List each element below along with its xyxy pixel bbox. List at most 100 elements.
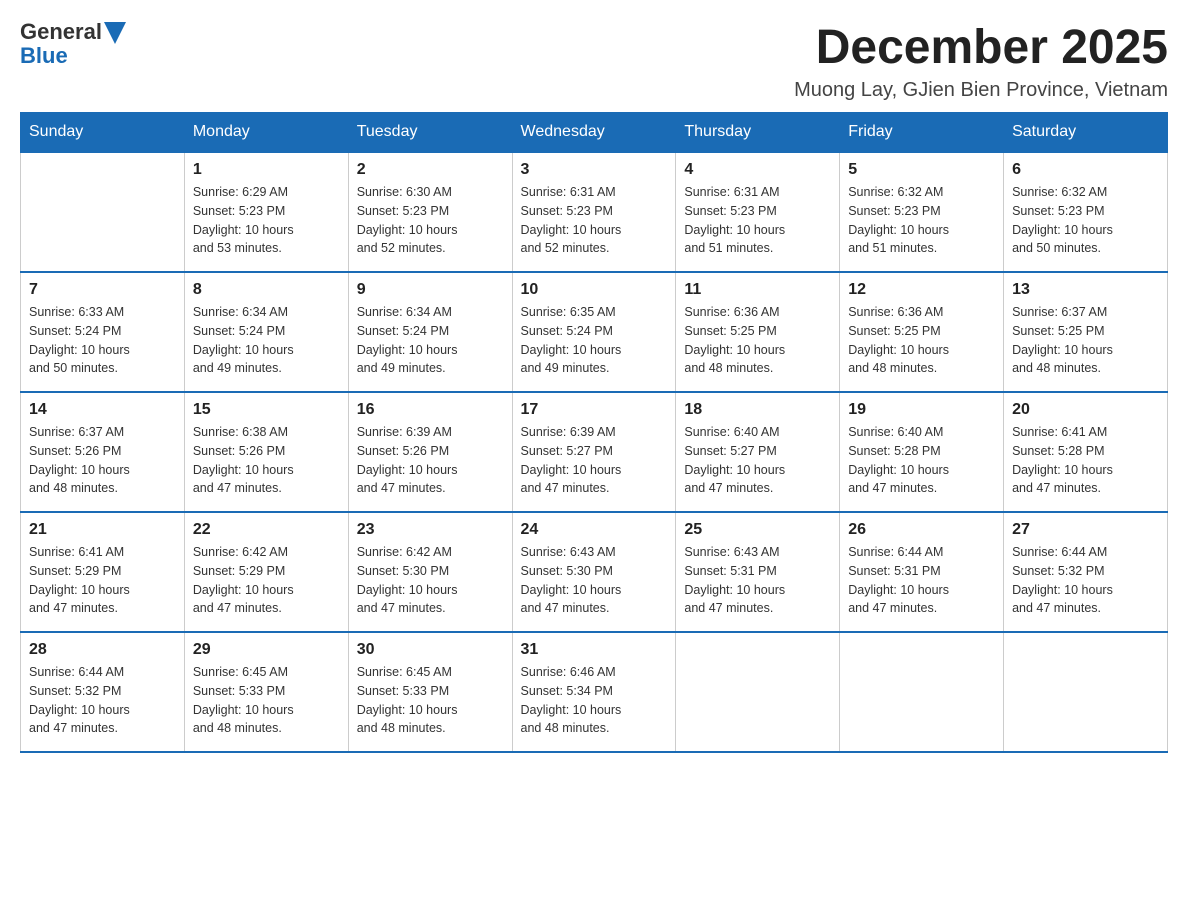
day-of-week-header: Thursday <box>676 113 840 153</box>
location-text: Muong Lay, GJien Bien Province, Vietnam <box>794 79 1168 102</box>
day-of-week-header: Friday <box>840 113 1004 153</box>
calendar-day-cell <box>840 632 1004 752</box>
day-info: Sunrise: 6:36 AM Sunset: 5:25 PM Dayligh… <box>848 303 995 378</box>
day-info: Sunrise: 6:39 AM Sunset: 5:27 PM Dayligh… <box>521 423 668 498</box>
calendar-day-cell: 28Sunrise: 6:44 AM Sunset: 5:32 PM Dayli… <box>21 632 185 752</box>
logo-triangle-icon <box>104 22 126 44</box>
day-number: 21 <box>29 521 176 539</box>
calendar-day-cell: 15 Sunrise: 6:38 AM Sunset: 5:26 PM Dayli… <box>184 392 348 512</box>
day-number: 31 <box>521 641 668 659</box>
day-number: 17 <box>521 401 668 419</box>
day-number: 4 <box>684 161 831 179</box>
calendar-day-cell: 2 Sunrise: 6:30 AM Sunset: 5:23 PM Daylig… <box>348 152 512 272</box>
title-section: December 2025 Muong Lay, GJien Bien Prov… <box>794 20 1168 102</box>
day-of-week-header: Monday <box>184 113 348 153</box>
day-info: Sunrise: 6:46 AM Sunset: 5:34 PM Dayligh… <box>521 663 668 738</box>
day-info: Sunrise: 6:38 AM Sunset: 5:26 PM Dayligh… <box>193 423 340 498</box>
calendar-day-cell: 10Sunrise: 6:35 AM Sunset: 5:24 PM Dayli… <box>512 272 676 392</box>
day-number: 18 <box>684 401 831 419</box>
day-info: Sunrise: 6:34 AM Sunset: 5:24 PM Dayligh… <box>193 303 340 378</box>
calendar-day-cell <box>676 632 840 752</box>
calendar-day-cell: 29 Sunrise: 6:45 AM Sunset: 5:33 PM Dayli… <box>184 632 348 752</box>
day-number: 7 <box>29 281 176 299</box>
logo-general-text: General <box>20 20 102 44</box>
calendar-day-cell: 7Sunrise: 6:33 AM Sunset: 5:24 PM Daylig… <box>21 272 185 392</box>
calendar-day-cell <box>1004 632 1168 752</box>
day-info: Sunrise: 6:34 AM Sunset: 5:24 PM Dayligh… <box>357 303 504 378</box>
calendar-day-cell: 31 Sunrise: 6:46 AM Sunset: 5:34 PM Dayli… <box>512 632 676 752</box>
calendar-week-row: 21 Sunrise: 6:41 AM Sunset: 5:29 PM Dayli… <box>21 512 1168 632</box>
day-of-week-header: Saturday <box>1004 113 1168 153</box>
day-info: Sunrise: 6:40 AM Sunset: 5:28 PM Dayligh… <box>848 423 995 498</box>
calendar-day-cell: 26 Sunrise: 6:44 AM Sunset: 5:31 PM Dayli… <box>840 512 1004 632</box>
day-info: Sunrise: 6:41 AM Sunset: 5:28 PM Dayligh… <box>1012 423 1159 498</box>
day-number: 19 <box>848 401 995 419</box>
calendar-day-cell: 9Sunrise: 6:34 AM Sunset: 5:24 PM Daylig… <box>348 272 512 392</box>
calendar-day-cell: 3Sunrise: 6:31 AM Sunset: 5:23 PM Daylig… <box>512 152 676 272</box>
calendar-day-cell: 5 Sunrise: 6:32 AM Sunset: 5:23 PM Daylig… <box>840 152 1004 272</box>
day-info: Sunrise: 6:31 AM Sunset: 5:23 PM Dayligh… <box>684 183 831 258</box>
calendar-day-cell: 23 Sunrise: 6:42 AM Sunset: 5:30 PM Dayli… <box>348 512 512 632</box>
day-of-week-header: Wednesday <box>512 113 676 153</box>
calendar-day-cell: 11 Sunrise: 6:36 AM Sunset: 5:25 PM Dayli… <box>676 272 840 392</box>
day-info: Sunrise: 6:40 AM Sunset: 5:27 PM Dayligh… <box>684 423 831 498</box>
calendar-day-cell <box>21 152 185 272</box>
calendar-day-cell: 30 Sunrise: 6:45 AM Sunset: 5:33 PM Dayli… <box>348 632 512 752</box>
day-info: Sunrise: 6:45 AM Sunset: 5:33 PM Dayligh… <box>357 663 504 738</box>
day-number: 22 <box>193 521 340 539</box>
calendar-header-row: SundayMondayTuesdayWednesdayThursdayFrid… <box>21 113 1168 153</box>
calendar-day-cell: 14Sunrise: 6:37 AM Sunset: 5:26 PM Dayli… <box>21 392 185 512</box>
day-number: 5 <box>848 161 995 179</box>
day-number: 25 <box>684 521 831 539</box>
calendar-day-cell: 16 Sunrise: 6:39 AM Sunset: 5:26 PM Dayli… <box>348 392 512 512</box>
day-info: Sunrise: 6:37 AM Sunset: 5:25 PM Dayligh… <box>1012 303 1159 378</box>
day-info: Sunrise: 6:39 AM Sunset: 5:26 PM Dayligh… <box>357 423 504 498</box>
logo[interactable]: General Blue <box>20 20 126 68</box>
day-number: 27 <box>1012 521 1159 539</box>
calendar-day-cell: 18 Sunrise: 6:40 AM Sunset: 5:27 PM Dayli… <box>676 392 840 512</box>
calendar-day-cell: 21 Sunrise: 6:41 AM Sunset: 5:29 PM Dayli… <box>21 512 185 632</box>
day-number: 26 <box>848 521 995 539</box>
day-number: 11 <box>684 281 831 299</box>
day-info: Sunrise: 6:43 AM Sunset: 5:31 PM Dayligh… <box>684 543 831 618</box>
logo-blue-text: Blue <box>20 44 126 68</box>
day-number: 8 <box>193 281 340 299</box>
calendar-day-cell: 1 Sunrise: 6:29 AM Sunset: 5:23 PM Daylig… <box>184 152 348 272</box>
day-of-week-header: Sunday <box>21 113 185 153</box>
calendar-day-cell: 22Sunrise: 6:42 AM Sunset: 5:29 PM Dayli… <box>184 512 348 632</box>
calendar-week-row: 14Sunrise: 6:37 AM Sunset: 5:26 PM Dayli… <box>21 392 1168 512</box>
day-number: 20 <box>1012 401 1159 419</box>
page-header: General Blue December 2025 Muong Lay, GJ… <box>20 20 1168 102</box>
day-number: 29 <box>193 641 340 659</box>
calendar-day-cell: 20 Sunrise: 6:41 AM Sunset: 5:28 PM Dayli… <box>1004 392 1168 512</box>
day-number: 2 <box>357 161 504 179</box>
day-info: Sunrise: 6:35 AM Sunset: 5:24 PM Dayligh… <box>521 303 668 378</box>
calendar-day-cell: 24Sunrise: 6:43 AM Sunset: 5:30 PM Dayli… <box>512 512 676 632</box>
day-number: 15 <box>193 401 340 419</box>
day-number: 28 <box>29 641 176 659</box>
day-number: 30 <box>357 641 504 659</box>
calendar-title: December 2025 <box>794 20 1168 75</box>
day-number: 23 <box>357 521 504 539</box>
calendar-day-cell: 25 Sunrise: 6:43 AM Sunset: 5:31 PM Dayli… <box>676 512 840 632</box>
day-number: 6 <box>1012 161 1159 179</box>
day-info: Sunrise: 6:45 AM Sunset: 5:33 PM Dayligh… <box>193 663 340 738</box>
day-info: Sunrise: 6:36 AM Sunset: 5:25 PM Dayligh… <box>684 303 831 378</box>
day-number: 12 <box>848 281 995 299</box>
day-info: Sunrise: 6:30 AM Sunset: 5:23 PM Dayligh… <box>357 183 504 258</box>
day-number: 3 <box>521 161 668 179</box>
day-info: Sunrise: 6:44 AM Sunset: 5:31 PM Dayligh… <box>848 543 995 618</box>
calendar-day-cell: 4 Sunrise: 6:31 AM Sunset: 5:23 PM Daylig… <box>676 152 840 272</box>
day-number: 16 <box>357 401 504 419</box>
day-info: Sunrise: 6:44 AM Sunset: 5:32 PM Dayligh… <box>1012 543 1159 618</box>
calendar-day-cell: 17 Sunrise: 6:39 AM Sunset: 5:27 PM Dayli… <box>512 392 676 512</box>
day-info: Sunrise: 6:41 AM Sunset: 5:29 PM Dayligh… <box>29 543 176 618</box>
calendar-week-row: 7Sunrise: 6:33 AM Sunset: 5:24 PM Daylig… <box>21 272 1168 392</box>
day-info: Sunrise: 6:29 AM Sunset: 5:23 PM Dayligh… <box>193 183 340 258</box>
day-info: Sunrise: 6:32 AM Sunset: 5:23 PM Dayligh… <box>848 183 995 258</box>
day-info: Sunrise: 6:42 AM Sunset: 5:30 PM Dayligh… <box>357 543 504 618</box>
day-info: Sunrise: 6:32 AM Sunset: 5:23 PM Dayligh… <box>1012 183 1159 258</box>
day-number: 1 <box>193 161 340 179</box>
day-info: Sunrise: 6:43 AM Sunset: 5:30 PM Dayligh… <box>521 543 668 618</box>
day-number: 14 <box>29 401 176 419</box>
